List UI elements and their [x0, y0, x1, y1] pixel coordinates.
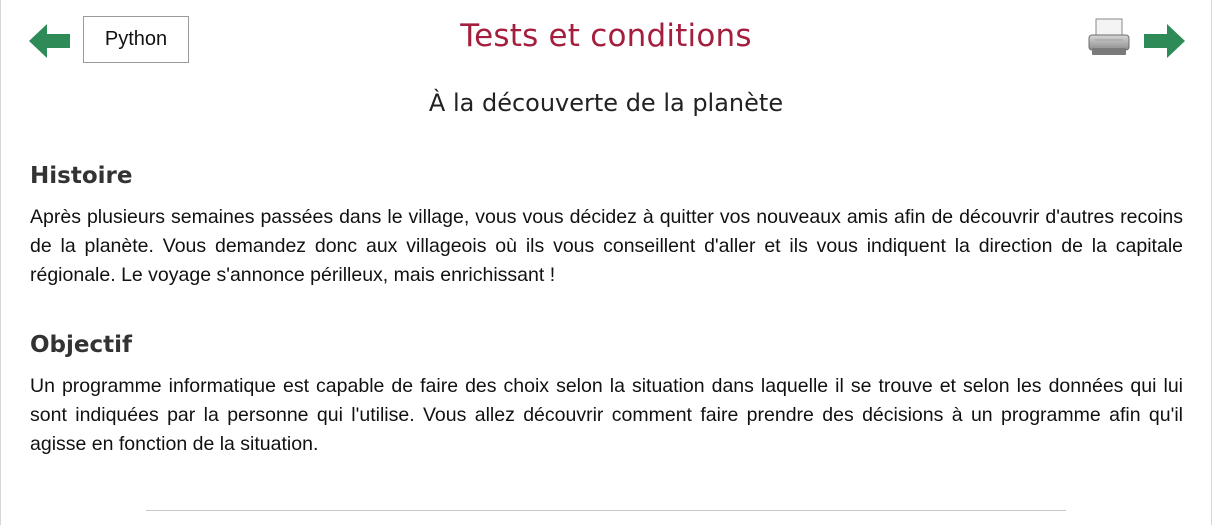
arrow-right-icon	[1144, 24, 1185, 58]
section-text-histoire: Après plusieurs semaines passées dans le…	[30, 206, 1183, 286]
header: Python Tests et conditions	[1, 0, 1211, 80]
print-button[interactable]	[1087, 18, 1131, 58]
section-heading-histoire: Histoire	[30, 163, 133, 189]
divider	[146, 510, 1066, 511]
section-heading-objectif: Objectif	[30, 332, 133, 358]
content: Histoire Après plusieurs semaines passée…	[1, 163, 1211, 459]
page: Python Tests et conditions À la découver…	[0, 0, 1212, 525]
page-title: Tests et conditions	[460, 18, 752, 54]
printer-icon	[1088, 18, 1130, 55]
section-text-objectif: Un programme informatique est capable de…	[30, 375, 1183, 455]
next-page-button[interactable]	[1143, 24, 1185, 58]
page-subtitle: À la découverte de la planète	[428, 89, 784, 117]
